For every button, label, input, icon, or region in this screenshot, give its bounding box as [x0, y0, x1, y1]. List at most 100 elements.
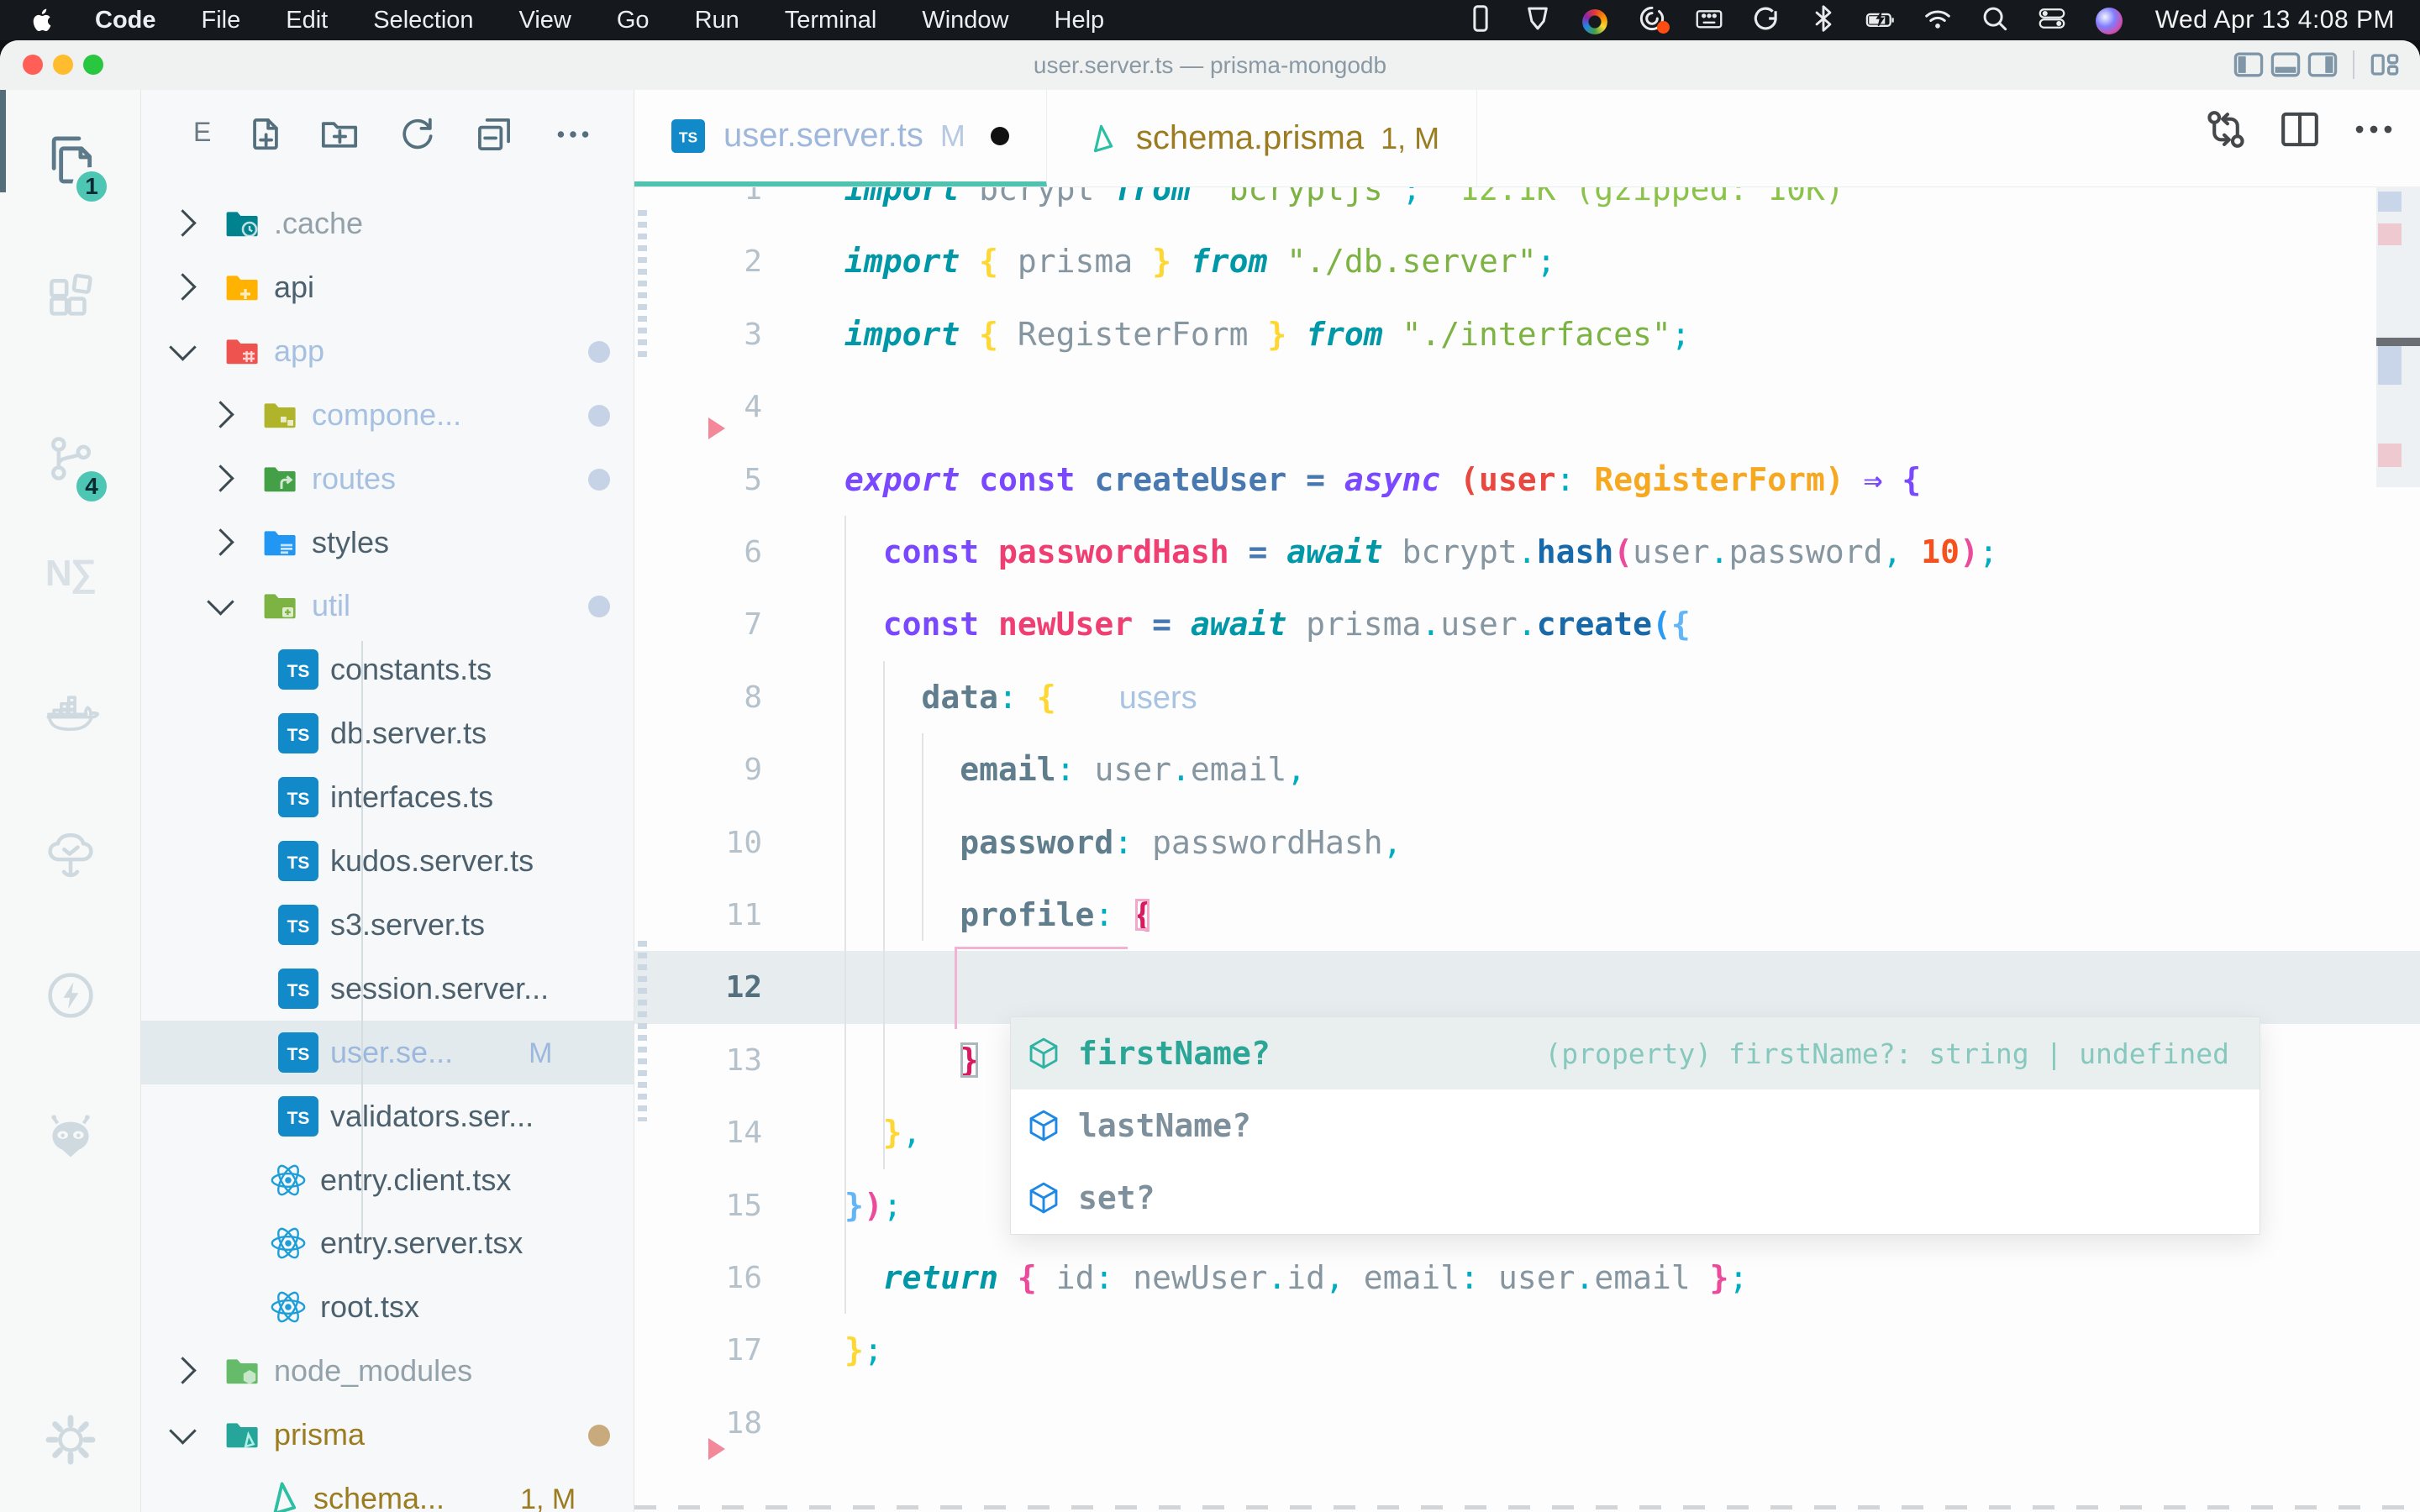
- activity-source-control-icon[interactable]: 4: [0, 427, 140, 491]
- tree-item-root-tsx[interactable]: root.tsx: [141, 1275, 634, 1339]
- activity-bar: 1 4 N∑: [0, 90, 141, 1512]
- apple-menu-icon[interactable]: [29, 6, 57, 34]
- activity-nx-console-icon[interactable]: N∑: [0, 542, 140, 606]
- activity-settings-icon[interactable]: [0, 1408, 140, 1472]
- code-line-7[interactable]: 7 const newUser = await prisma.user.crea…: [634, 588, 2420, 661]
- activity-thunder-client-icon[interactable]: [0, 963, 140, 1027]
- tree-item-entry-client-tsx[interactable]: entry.client.tsx: [141, 1148, 634, 1212]
- spotlight-icon[interactable]: [1979, 2, 2011, 35]
- suggestion-firstname-[interactable]: firstName?(property) firstName?: string …: [1011, 1017, 2260, 1089]
- code-line-10[interactable]: 10 password: passwordHash,: [634, 806, 2420, 879]
- tree-item-db-server-ts[interactable]: TSdb.server.ts: [141, 701, 634, 765]
- tree-item-validators-ser-[interactable]: TSvalidators.ser...: [141, 1084, 634, 1148]
- code-line-8[interactable]: 8 data: {users: [634, 661, 2420, 734]
- code-line-6[interactable]: 6 const passwordHash = await bcrypt.hash…: [634, 516, 2420, 589]
- menu-terminal[interactable]: Terminal: [762, 7, 900, 34]
- code-line-12[interactable]: 12: [634, 951, 2420, 1024]
- tree-item-session-server-[interactable]: TSsession.server...: [141, 957, 634, 1021]
- tree-item-api[interactable]: api: [141, 255, 634, 319]
- tree-item-app[interactable]: app: [141, 319, 634, 383]
- layout-panel-bottom-icon[interactable]: [2267, 48, 2304, 81]
- open-changes-icon[interactable]: [2202, 105, 2250, 154]
- activity-explorer-icon[interactable]: 1: [0, 127, 140, 191]
- code-line-2[interactable]: 2import { prisma } from "./db.server";: [634, 225, 2420, 298]
- menu-code[interactable]: Code: [72, 7, 179, 34]
- menu-view[interactable]: View: [497, 7, 594, 34]
- notch-app-icon[interactable]: [1522, 2, 1554, 35]
- bluetooth-icon[interactable]: [1807, 2, 1839, 35]
- refresh-icon[interactable]: [396, 113, 438, 155]
- stats-ring-icon[interactable]: [1579, 5, 1611, 39]
- tree-item-s3-server-ts[interactable]: TSs3.server.ts: [141, 893, 634, 957]
- code-line-9[interactable]: 9 email: user.email,: [634, 733, 2420, 806]
- tree-item-node-modules[interactable]: node_modules: [141, 1339, 634, 1403]
- tree-item--cache[interactable]: .cache: [141, 192, 634, 255]
- new-file-icon[interactable]: [245, 113, 287, 155]
- modified-dot: [588, 469, 610, 491]
- tab-user-server-ts[interactable]: TSuser.server.tsM: [634, 90, 1047, 186]
- code-line-18[interactable]: 18: [634, 1387, 2420, 1460]
- chevron-right-icon: [169, 209, 197, 237]
- suggestion-set-[interactable]: set?: [1011, 1162, 2260, 1234]
- collapse-all-icon[interactable]: [473, 113, 515, 155]
- wifi-icon[interactable]: [1922, 2, 1954, 35]
- tree-item-compone-[interactable]: compone...: [141, 383, 634, 447]
- activity-docker-icon[interactable]: [0, 684, 140, 748]
- tree-item-kudos-server-ts[interactable]: TSkudos.server.ts: [141, 829, 634, 893]
- overview-ruler[interactable]: [2376, 186, 2420, 487]
- line-number: 3: [634, 298, 762, 371]
- layout-sidebar-left-icon[interactable]: [2230, 48, 2267, 81]
- line-number: 16: [634, 1242, 762, 1315]
- activity-testing-icon[interactable]: [0, 823, 140, 887]
- tree-item-user-se-[interactable]: TSuser.se...M: [141, 1021, 634, 1084]
- more-icon[interactable]: [2349, 105, 2398, 154]
- tab-schema-prisma[interactable]: schema.prisma1, M: [1047, 90, 1477, 186]
- code-line-4[interactable]: 4: [634, 370, 2420, 444]
- react-icon: [268, 1160, 308, 1200]
- menu-help[interactable]: Help: [1032, 7, 1128, 34]
- keyboard-icon[interactable]: [1693, 2, 1725, 35]
- tree-item-constants-ts[interactable]: TSconstants.ts: [141, 638, 634, 701]
- code-line-16[interactable]: 16 return { id: newUser.id, email: user.…: [634, 1242, 2420, 1315]
- code-line-3[interactable]: 3import { RegisterForm } from "./interfa…: [634, 298, 2420, 371]
- siri-icon[interactable]: [2093, 4, 2125, 38]
- record-dot-icon[interactable]: [1636, 2, 1668, 35]
- more-icon[interactable]: [552, 113, 594, 155]
- new-folder-icon[interactable]: [318, 113, 360, 155]
- suggestion-lastname-[interactable]: lastName?: [1011, 1089, 2260, 1162]
- tree-item-schema-[interactable]: schema...1, M: [141, 1467, 634, 1512]
- code-line-17[interactable]: 17};: [634, 1314, 2420, 1387]
- code-line-5[interactable]: 5export const createUser = async (user: …: [634, 444, 2420, 517]
- activity-copilot-icon[interactable]: [0, 1104, 140, 1168]
- split-editor-icon[interactable]: [2275, 105, 2324, 154]
- modified-dot: [588, 405, 610, 427]
- explorer-header: E: [141, 105, 634, 164]
- screen-mirror-icon[interactable]: [1465, 2, 1497, 35]
- customize-layout-icon[interactable]: [2366, 48, 2403, 81]
- svg-text:TS: TS: [287, 981, 310, 1000]
- layout-sidebar-right-icon[interactable]: [2304, 48, 2341, 81]
- menu-selection[interactable]: Selection: [350, 7, 496, 34]
- tree-item-interfaces-ts[interactable]: TSinterfaces.ts: [141, 765, 634, 829]
- suggestion-label: lastName?: [1078, 1107, 1251, 1144]
- menu-run[interactable]: Run: [672, 7, 762, 34]
- menu-go[interactable]: Go: [594, 7, 672, 34]
- menubar-clock[interactable]: Wed Apr 13 4:08 PM: [2155, 6, 2395, 34]
- title-bar[interactable]: user.server.ts — prisma-mongodb: [0, 40, 2420, 91]
- unsaved-dot-icon[interactable]: [991, 127, 1009, 145]
- tree-item-styles[interactable]: styles: [141, 511, 634, 575]
- tree-item-entry-server-tsx[interactable]: entry.server.tsx: [141, 1211, 634, 1275]
- grammarly-icon[interactable]: [1750, 2, 1782, 35]
- tree-item-prisma[interactable]: prisma: [141, 1403, 634, 1467]
- menu-edit[interactable]: Edit: [263, 7, 350, 34]
- tree-item-util[interactable]: util: [141, 574, 634, 638]
- battery-icon[interactable]: [1865, 3, 1897, 36]
- menu-window[interactable]: Window: [899, 7, 1031, 34]
- code-line-11[interactable]: 11 profile: {: [634, 879, 2420, 952]
- code-text: password: passwordHash,: [844, 806, 1402, 879]
- control-center-icon[interactable]: [2036, 2, 2068, 35]
- activity-extensions-icon[interactable]: [0, 266, 140, 330]
- tree-item-routes[interactable]: routes: [141, 447, 634, 511]
- app-menus: CodeFileEditSelectionViewGoRunTerminalWi…: [72, 7, 1127, 34]
- menu-file[interactable]: File: [179, 7, 264, 34]
